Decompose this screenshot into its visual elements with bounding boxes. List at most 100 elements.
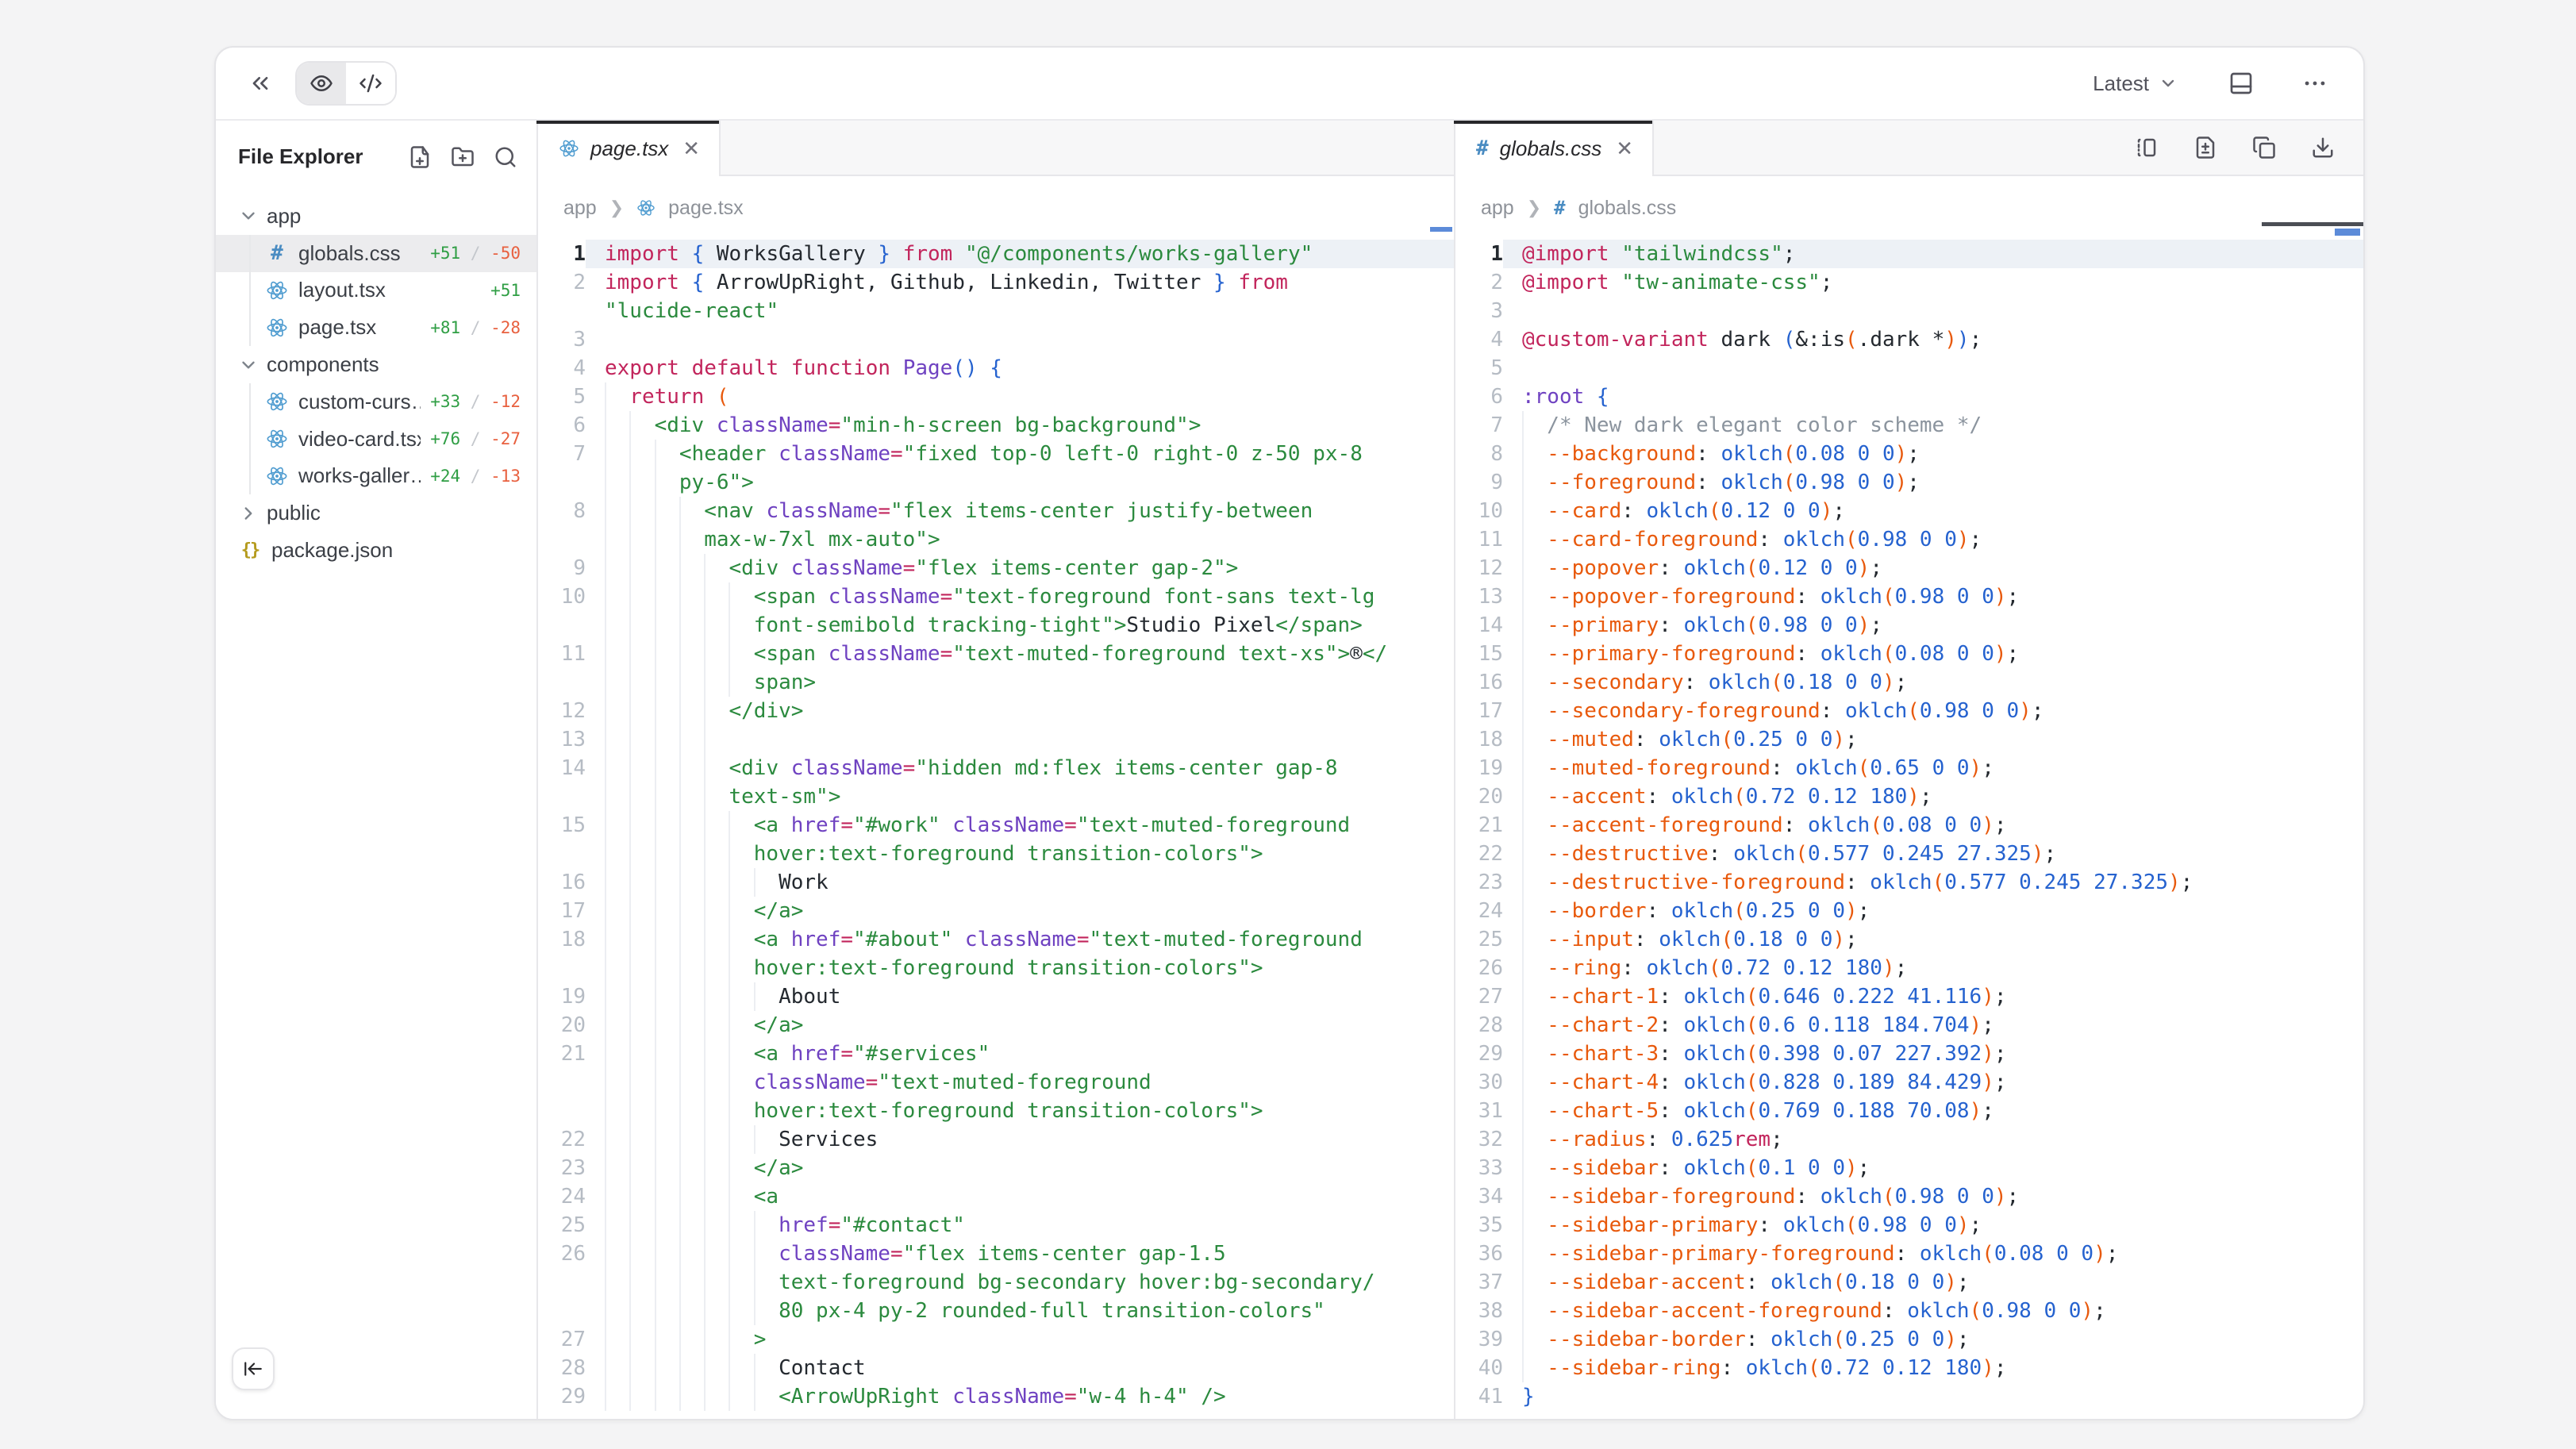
code-line[interactable]: 30 --chart-4: oklch(0.828 0.189 84.429);	[1455, 1068, 2363, 1097]
tree-file-page.tsx[interactable]: page.tsx+81 / -28	[216, 309, 536, 346]
code-line[interactable]: 20 </a>	[538, 1011, 1454, 1040]
code-line[interactable]: text-foreground bg-secondary hover:bg-se…	[538, 1268, 1454, 1297]
code-line[interactable]: 27 --chart-1: oklch(0.646 0.222 41.116);	[1455, 982, 2363, 1011]
more-options-button[interactable]	[2295, 63, 2335, 103]
code-editor-page-tsx[interactable]: 1import { WorksGallery } from "@/compone…	[538, 240, 1454, 1419]
code-line[interactable]: 9 --foreground: oklch(0.98 0 0);	[1455, 468, 2363, 497]
code-line[interactable]: 6 <div className="min-h-screen bg-backgr…	[538, 411, 1454, 440]
code-line[interactable]: 37 --sidebar-accent: oklch(0.18 0 0);	[1455, 1268, 2363, 1297]
code-line[interactable]: 13	[538, 725, 1454, 754]
code-line[interactable]: 4export default function Page() {	[538, 354, 1454, 382]
code-line[interactable]: 34 --sidebar-foreground: oklch(0.98 0 0)…	[1455, 1182, 2363, 1211]
code-line[interactable]: 16 --secondary: oklch(0.18 0 0);	[1455, 668, 2363, 697]
code-line[interactable]: 25 href="#contact"	[538, 1211, 1454, 1240]
code-line[interactable]: 8 <nav className="flex items-center just…	[538, 497, 1454, 525]
code-line[interactable]: 1@import "tailwindcss";	[1455, 240, 2363, 268]
code-line[interactable]: 9 <div className="flex items-center gap-…	[538, 554, 1454, 582]
version-dropdown[interactable]: Latest	[2083, 70, 2187, 98]
code-line[interactable]: 11 <span className="text-muted-foregroun…	[538, 640, 1454, 668]
code-line[interactable]: text-sm">	[538, 782, 1454, 811]
code-line[interactable]: 29 --chart-3: oklch(0.398 0.07 227.392);	[1455, 1040, 2363, 1068]
code-line[interactable]: font-semibold tracking-tight">Studio Pix…	[538, 611, 1454, 640]
code-line[interactable]: py-6">	[538, 468, 1454, 497]
code-line[interactable]: 32 --radius: 0.625rem;	[1455, 1125, 2363, 1154]
code-line[interactable]: 16 Work	[538, 868, 1454, 897]
code-line[interactable]: 4@custom-variant dark (&:is(.dark *));	[1455, 325, 2363, 354]
code-line[interactable]: 2@import "tw-animate-css";	[1455, 268, 2363, 297]
code-line[interactable]: 22 Services	[538, 1125, 1454, 1154]
panel-bottom-button[interactable]	[2222, 64, 2260, 102]
tab-page-tsx[interactable]: page.tsx ✕	[538, 121, 721, 176]
code-line[interactable]: 13 --popover-foreground: oklch(0.98 0 0)…	[1455, 582, 2363, 611]
code-line[interactable]: 14 --primary: oklch(0.98 0 0);	[1455, 611, 2363, 640]
code-line[interactable]: 6:root {	[1455, 382, 2363, 411]
tree-file-custom-curs-[interactable]: custom-curs…+33 / -12	[216, 383, 536, 421]
breadcrumb-file[interactable]: globals.css	[1578, 197, 1677, 220]
chevrons-left-button[interactable]	[241, 64, 279, 102]
tree-file-globals.css[interactable]: #globals.css+51 / -50	[216, 235, 536, 272]
split-panel-button[interactable]	[2128, 129, 2165, 166]
code-line[interactable]: 29 <ArrowUpRight className="w-4 h-4" />	[538, 1382, 1454, 1411]
code-line[interactable]: 7 <header className="fixed top-0 left-0 …	[538, 440, 1454, 468]
code-line[interactable]: 24 --border: oklch(0.25 0 0);	[1455, 897, 2363, 925]
code-editor-globals-css[interactable]: 1@import "tailwindcss";2@import "tw-anim…	[1455, 240, 2363, 1419]
code-line[interactable]: 23 </a>	[538, 1154, 1454, 1182]
preview-toggle-button[interactable]	[297, 63, 346, 104]
tree-file-layout.tsx[interactable]: layout.tsx+51	[216, 272, 536, 309]
code-line[interactable]: 38 --sidebar-accent-foreground: oklch(0.…	[1455, 1297, 2363, 1325]
code-line[interactable]: 3	[1455, 297, 2363, 325]
code-line[interactable]: 28 --chart-2: oklch(0.6 0.118 184.704);	[1455, 1011, 2363, 1040]
copy-button[interactable]	[2246, 129, 2282, 166]
code-line[interactable]: 15 <a href="#work" className="text-muted…	[538, 811, 1454, 840]
code-line[interactable]: 40 --sidebar-ring: oklch(0.72 0.12 180);	[1455, 1354, 2363, 1382]
code-line[interactable]: 14 <div className="hidden md:flex items-…	[538, 754, 1454, 782]
code-toggle-button[interactable]	[346, 63, 395, 104]
code-line[interactable]: hover:text-foreground transition-colors"…	[538, 954, 1454, 982]
code-line[interactable]: 8 --background: oklch(0.08 0 0);	[1455, 440, 2363, 468]
code-line[interactable]: 31 --chart-5: oklch(0.769 0.188 70.08);	[1455, 1097, 2363, 1125]
code-line[interactable]: max-w-7xl mx-auto">	[538, 525, 1454, 554]
download-button[interactable]	[2305, 129, 2341, 166]
code-line[interactable]: 18 --muted: oklch(0.25 0 0);	[1455, 725, 2363, 754]
code-line[interactable]: className="text-muted-foreground	[538, 1068, 1454, 1097]
code-line[interactable]: 28 Contact	[538, 1354, 1454, 1382]
tree-file-package.json[interactable]: {}package.json	[216, 532, 536, 569]
tree-folder-components[interactable]: components	[216, 346, 536, 383]
code-line[interactable]: 7 /* New dark elegant color scheme */	[1455, 411, 2363, 440]
code-line[interactable]: 19 About	[538, 982, 1454, 1011]
code-line[interactable]: 5	[1455, 354, 2363, 382]
code-line[interactable]: 26 className="flex items-center gap-1.5	[538, 1240, 1454, 1268]
file-diff-button[interactable]	[2187, 129, 2224, 166]
breadcrumb-folder[interactable]: app	[563, 197, 597, 220]
code-line[interactable]: 27 >	[538, 1325, 1454, 1354]
breadcrumb-file[interactable]: page.tsx	[668, 197, 744, 220]
tree-file-works-galler-[interactable]: works-galler…+24 / -13	[216, 458, 536, 495]
code-line[interactable]: 12 --popover: oklch(0.12 0 0);	[1455, 554, 2363, 582]
code-line[interactable]: 18 <a href="#about" className="text-mute…	[538, 925, 1454, 954]
code-line[interactable]: 25 --input: oklch(0.18 0 0);	[1455, 925, 2363, 954]
code-line[interactable]: 21 --accent-foreground: oklch(0.08 0 0);	[1455, 811, 2363, 840]
code-line[interactable]: 24 <a	[538, 1182, 1454, 1211]
search-files-button[interactable]	[494, 145, 517, 169]
code-line[interactable]: 2import { ArrowUpRight, Github, Linkedin…	[538, 268, 1454, 297]
tree-file-video-card.tsx[interactable]: video-card.tsx+76 / -27	[216, 421, 536, 458]
breadcrumb-folder[interactable]: app	[1481, 197, 1514, 220]
code-line[interactable]: 26 --ring: oklch(0.72 0.12 180);	[1455, 954, 2363, 982]
close-tab-icon[interactable]: ✕	[679, 135, 703, 162]
code-line[interactable]: 80 px-4 py-2 rounded-full transition-col…	[538, 1297, 1454, 1325]
code-line[interactable]: 10 --card: oklch(0.12 0 0);	[1455, 497, 2363, 525]
code-line[interactable]: 17 </a>	[538, 897, 1454, 925]
code-line[interactable]: 20 --accent: oklch(0.72 0.12 180);	[1455, 782, 2363, 811]
collapse-sidebar-button[interactable]	[232, 1347, 275, 1390]
code-line[interactable]: hover:text-foreground transition-colors"…	[538, 840, 1454, 868]
code-line[interactable]: 17 --secondary-foreground: oklch(0.98 0 …	[1455, 697, 2363, 725]
code-line[interactable]: 11 --card-foreground: oklch(0.98 0 0);	[1455, 525, 2363, 554]
code-line[interactable]: 12 </div>	[538, 697, 1454, 725]
code-line[interactable]: 22 --destructive: oklch(0.577 0.245 27.3…	[1455, 840, 2363, 868]
close-tab-icon[interactable]: ✕	[1613, 135, 1636, 162]
code-line[interactable]: 39 --sidebar-border: oklch(0.25 0 0);	[1455, 1325, 2363, 1354]
code-line[interactable]: 41}	[1455, 1382, 2363, 1411]
code-line[interactable]: 36 --sidebar-primary-foreground: oklch(0…	[1455, 1240, 2363, 1268]
code-line[interactable]: 3	[538, 325, 1454, 354]
code-line[interactable]: 21 <a href="#services"	[538, 1040, 1454, 1068]
